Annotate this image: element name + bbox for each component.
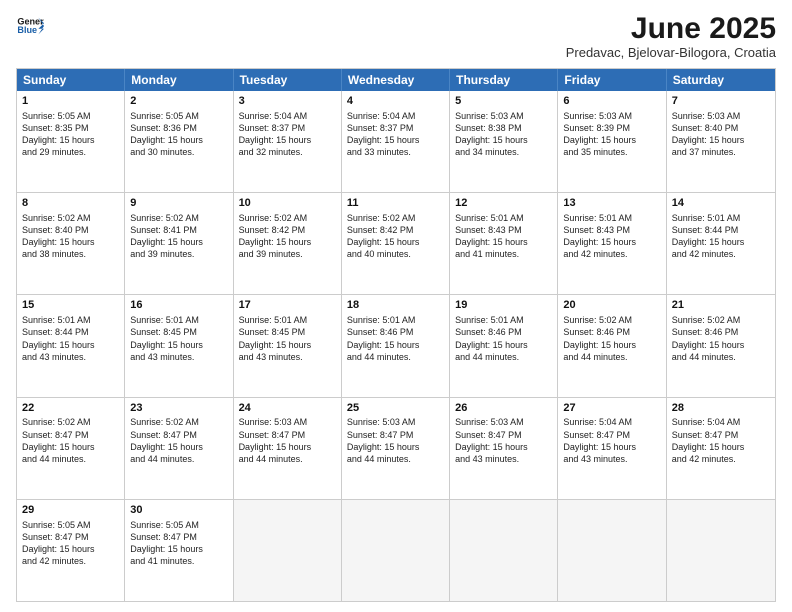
cal-week-2: 8Sunrise: 5:02 AMSunset: 8:40 PMDaylight… (17, 193, 775, 295)
cal-cell-12: 12Sunrise: 5:01 AMSunset: 8:43 PMDayligh… (450, 193, 558, 294)
cal-cell-26: 26Sunrise: 5:03 AMSunset: 8:47 PMDayligh… (450, 398, 558, 499)
location: Predavac, Bjelovar-Bilogora, Croatia (566, 45, 776, 60)
cal-cell-29: 29Sunrise: 5:05 AMSunset: 8:47 PMDayligh… (17, 500, 125, 601)
cal-cell-empty (234, 500, 342, 601)
cal-cell-11: 11Sunrise: 5:02 AMSunset: 8:42 PMDayligh… (342, 193, 450, 294)
header-monday: Monday (125, 69, 233, 91)
cal-cell-4: 4Sunrise: 5:04 AMSunset: 8:37 PMDaylight… (342, 91, 450, 192)
cal-cell-16: 16Sunrise: 5:01 AMSunset: 8:45 PMDayligh… (125, 295, 233, 396)
header-friday: Friday (558, 69, 666, 91)
header-sunday: Sunday (17, 69, 125, 91)
cal-cell-empty (450, 500, 558, 601)
logo: General Blue (16, 12, 44, 40)
cal-cell-24: 24Sunrise: 5:03 AMSunset: 8:47 PMDayligh… (234, 398, 342, 499)
cal-cell-18: 18Sunrise: 5:01 AMSunset: 8:46 PMDayligh… (342, 295, 450, 396)
cal-cell-empty (667, 500, 775, 601)
page: General Blue June 2025 Predavac, Bjelova… (0, 0, 792, 612)
cal-cell-17: 17Sunrise: 5:01 AMSunset: 8:45 PMDayligh… (234, 295, 342, 396)
cal-cell-27: 27Sunrise: 5:04 AMSunset: 8:47 PMDayligh… (558, 398, 666, 499)
cal-cell-22: 22Sunrise: 5:02 AMSunset: 8:47 PMDayligh… (17, 398, 125, 499)
cal-cell-empty (342, 500, 450, 601)
cal-cell-10: 10Sunrise: 5:02 AMSunset: 8:42 PMDayligh… (234, 193, 342, 294)
cal-cell-5: 5Sunrise: 5:03 AMSunset: 8:38 PMDaylight… (450, 91, 558, 192)
logo-icon: General Blue (16, 12, 44, 40)
cal-week-1: 1Sunrise: 5:05 AMSunset: 8:35 PMDaylight… (17, 91, 775, 193)
cal-cell-14: 14Sunrise: 5:01 AMSunset: 8:44 PMDayligh… (667, 193, 775, 294)
cal-cell-13: 13Sunrise: 5:01 AMSunset: 8:43 PMDayligh… (558, 193, 666, 294)
header: General Blue June 2025 Predavac, Bjelova… (16, 12, 776, 60)
cal-cell-30: 30Sunrise: 5:05 AMSunset: 8:47 PMDayligh… (125, 500, 233, 601)
cal-cell-1: 1Sunrise: 5:05 AMSunset: 8:35 PMDaylight… (17, 91, 125, 192)
svg-text:Blue: Blue (17, 25, 37, 35)
cal-cell-25: 25Sunrise: 5:03 AMSunset: 8:47 PMDayligh… (342, 398, 450, 499)
cal-cell-8: 8Sunrise: 5:02 AMSunset: 8:40 PMDaylight… (17, 193, 125, 294)
cal-cell-15: 15Sunrise: 5:01 AMSunset: 8:44 PMDayligh… (17, 295, 125, 396)
cal-cell-23: 23Sunrise: 5:02 AMSunset: 8:47 PMDayligh… (125, 398, 233, 499)
title-block: June 2025 Predavac, Bjelovar-Bilogora, C… (566, 12, 776, 60)
header-wednesday: Wednesday (342, 69, 450, 91)
cal-cell-20: 20Sunrise: 5:02 AMSunset: 8:46 PMDayligh… (558, 295, 666, 396)
cal-cell-6: 6Sunrise: 5:03 AMSunset: 8:39 PMDaylight… (558, 91, 666, 192)
header-thursday: Thursday (450, 69, 558, 91)
calendar: Sunday Monday Tuesday Wednesday Thursday… (16, 68, 776, 602)
cal-cell-empty (558, 500, 666, 601)
calendar-header: Sunday Monday Tuesday Wednesday Thursday… (17, 69, 775, 91)
header-tuesday: Tuesday (234, 69, 342, 91)
cal-cell-2: 2Sunrise: 5:05 AMSunset: 8:36 PMDaylight… (125, 91, 233, 192)
cal-cell-9: 9Sunrise: 5:02 AMSunset: 8:41 PMDaylight… (125, 193, 233, 294)
cal-week-4: 22Sunrise: 5:02 AMSunset: 8:47 PMDayligh… (17, 398, 775, 500)
cal-cell-21: 21Sunrise: 5:02 AMSunset: 8:46 PMDayligh… (667, 295, 775, 396)
cal-cell-19: 19Sunrise: 5:01 AMSunset: 8:46 PMDayligh… (450, 295, 558, 396)
cal-cell-28: 28Sunrise: 5:04 AMSunset: 8:47 PMDayligh… (667, 398, 775, 499)
cal-week-3: 15Sunrise: 5:01 AMSunset: 8:44 PMDayligh… (17, 295, 775, 397)
cal-week-5: 29Sunrise: 5:05 AMSunset: 8:47 PMDayligh… (17, 500, 775, 601)
cal-cell-7: 7Sunrise: 5:03 AMSunset: 8:40 PMDaylight… (667, 91, 775, 192)
calendar-body: 1Sunrise: 5:05 AMSunset: 8:35 PMDaylight… (17, 91, 775, 601)
month-title: June 2025 (566, 12, 776, 45)
cal-cell-3: 3Sunrise: 5:04 AMSunset: 8:37 PMDaylight… (234, 91, 342, 192)
header-saturday: Saturday (667, 69, 775, 91)
